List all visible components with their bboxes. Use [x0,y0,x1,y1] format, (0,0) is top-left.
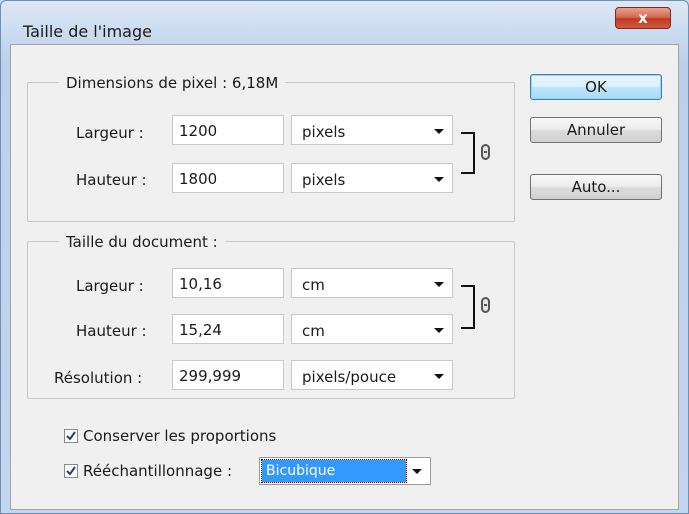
checkmark-icon [66,466,76,476]
close-button[interactable]: x [615,7,671,29]
chain-link-icon [481,297,490,313]
chevron-down-icon [434,374,444,379]
resample-checkbox[interactable] [64,464,78,478]
close-icon: x [638,9,648,27]
pixel-height-unit-select[interactable]: pixels [291,163,453,193]
chevron-down-icon [434,177,444,182]
doc-height-label: Hauteur : [76,322,147,340]
resolution-label: Résolution : [54,369,143,387]
dialog-title: Taille de l'image [23,22,152,41]
cancel-button[interactable]: Annuler [530,117,662,143]
auto-button[interactable]: Auto... [530,174,662,200]
resample-label[interactable]: Rééchantillonnage : [83,462,232,480]
resolution-unit-select[interactable]: pixels/pouce [291,360,453,390]
title-bar[interactable]: Taille de l'image x [1,1,688,45]
proportion-bracket [461,132,475,174]
doc-width-input[interactable]: 10,16 [172,268,284,298]
checkmark-icon [66,431,76,441]
ok-button[interactable]: OK [530,74,662,100]
resample-method-value: Bicubique [261,459,407,483]
chain-link-icon [481,144,490,160]
doc-width-unit-select[interactable]: cm [291,268,453,298]
doc-width-label: Largeur : [76,277,144,295]
document-size-heading: Taille du document : [59,233,225,251]
constrain-proportions-checkbox[interactable] [64,429,78,443]
resolution-input[interactable]: 299,999 [172,360,284,390]
dialog-body: Dimensions de pixel : 6,18M Largeur : 12… [10,44,679,510]
resample-method-select[interactable]: Bicubique [259,457,431,485]
constrain-proportions-label[interactable]: Conserver les proportions [83,427,276,445]
pixel-height-input[interactable]: 1800 [172,163,284,193]
chevron-down-icon [434,282,444,287]
pixel-width-label: Largeur : [76,124,144,142]
chevron-down-icon [434,129,444,134]
proportion-bracket [461,285,475,329]
chevron-down-icon [434,328,444,333]
pixel-width-unit-select[interactable]: pixels [291,115,453,145]
pixel-width-input[interactable]: 1200 [172,115,284,145]
doc-height-unit-select[interactable]: cm [291,314,453,344]
doc-height-input[interactable]: 15,24 [172,314,284,344]
chevron-down-icon [412,469,422,474]
pixel-height-label: Hauteur : [76,171,147,189]
pixel-dimensions-heading: Dimensions de pixel : 6,18M [59,74,286,92]
pixel-dimensions-group [27,82,515,222]
